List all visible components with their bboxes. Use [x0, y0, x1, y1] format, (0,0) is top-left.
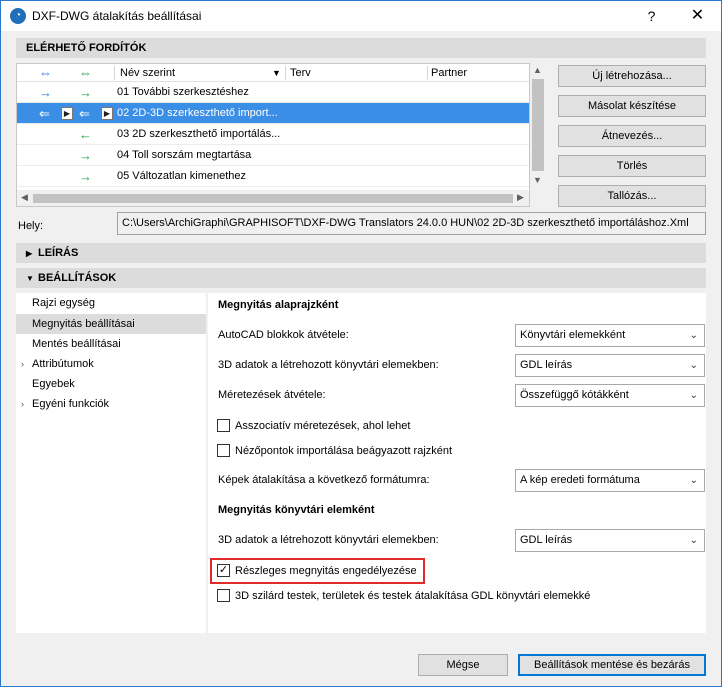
chevron-down-icon: ⌄: [689, 535, 698, 546]
new-translator-button[interactable]: Új létrehozása...: [558, 65, 706, 87]
title-bar: ◔ DXF-DWG átalakítás beállításai ? ✕: [1, 1, 721, 31]
description-section-header[interactable]: ▶ LEÍRÁS: [16, 243, 706, 263]
list-header: ⇔ ⇔ Név szerint ▼ Terv Partner: [17, 64, 529, 82]
translator-row-selected[interactable]: ⇐ ▶ ⇐ ▶ 02 2D-3D szerkeszthető import...: [17, 103, 529, 124]
sort-down-icon: ▼: [272, 68, 281, 78]
translator-name: 05 Változatlan kimenethez: [117, 170, 247, 182]
open-as-plan-title: Megnyitás alaprajzként: [218, 299, 339, 311]
arrow-left-icon: ⇐: [39, 106, 50, 121]
autocad-blocks-dropdown[interactable]: Könyvtári elemekként ⌄: [515, 324, 705, 347]
translators-list[interactable]: ⇔ ⇔ Név szerint ▼ Terv Partner → → 01 To…: [16, 63, 530, 207]
translator-name: 04 Toll sorszám megtartása: [117, 149, 252, 161]
copy-translator-button[interactable]: Másolat készítése: [558, 95, 706, 117]
nav-item-open-settings[interactable]: Megnyitás beállításai: [16, 314, 206, 334]
lib-data3d-dropdown[interactable]: GDL leírás ⌄: [515, 529, 705, 552]
play-icon[interactable]: ▶: [101, 107, 113, 120]
expand-triangle-icon: ▶: [26, 249, 33, 258]
nav-item-drawing-unit[interactable]: Rajzi egység: [16, 293, 206, 313]
nav-item-attributes[interactable]: › Attribútumok: [16, 354, 206, 374]
translators-header-label: ELÉRHETŐ FORDÍTÓK: [26, 42, 147, 54]
two-way-arrow-icon: ⇔: [39, 65, 52, 80]
arrow-right-icon: →: [79, 169, 92, 184]
location-path-field: C:\Users\ArchiGraphi\GRAPHISOFT\DXF-DWG …: [117, 212, 706, 235]
images-label: Képek átalakítása a következő formátumra…: [218, 474, 430, 486]
partial-open-checkbox[interactable]: ✓: [217, 564, 230, 577]
viewpoints-checkbox[interactable]: [217, 444, 230, 457]
horizontal-scrollbar[interactable]: ◀ ▶: [17, 190, 529, 206]
open-as-library-title: Megnyitás könyvtári elemként: [218, 504, 375, 516]
translator-row[interactable]: ← 03 2D szerkeszthető importálás...: [17, 124, 529, 145]
cancel-button[interactable]: Mégse: [418, 654, 508, 676]
column-header-plan[interactable]: Terv: [290, 67, 311, 79]
browse-button[interactable]: Tallózás...: [558, 185, 706, 207]
delete-translator-button[interactable]: Törlés: [558, 155, 706, 177]
chevron-down-icon: ⌄: [689, 330, 698, 341]
arrow-left-icon: ⇐: [79, 106, 90, 121]
chevron-right-icon: ›: [21, 399, 24, 409]
description-header-label: LEÍRÁS: [38, 247, 79, 259]
scroll-right-icon[interactable]: ▶: [517, 192, 524, 203]
chevron-down-icon: ⌄: [689, 390, 698, 401]
chevron-down-icon: ⌄: [689, 360, 698, 371]
settings-nav: Rajzi egység Megnyitás beállításai Menté…: [16, 293, 206, 633]
collapse-triangle-icon: ▼: [26, 274, 34, 283]
window-title: DXF-DWG átalakítás beállításai: [32, 9, 202, 23]
scroll-left-icon[interactable]: ◀: [21, 192, 28, 203]
lib-data3d-label: 3D adatok a létrehozott könyvtári elemek…: [218, 534, 439, 546]
vertical-scrollbar[interactable]: ▲ ▼: [530, 63, 546, 191]
help-button[interactable]: ?: [629, 1, 674, 31]
data3d-dropdown[interactable]: GDL leírás ⌄: [515, 354, 705, 377]
nav-item-save-settings[interactable]: Mentés beállításai: [16, 334, 206, 354]
arrow-left-icon: ←: [79, 127, 92, 142]
translator-name: 01 További szerkesztéshez: [117, 86, 249, 98]
nav-item-other[interactable]: Egyebek: [16, 374, 206, 394]
translators-section-header: ELÉRHETŐ FORDÍTÓK: [16, 38, 706, 58]
scrollbar-thumb[interactable]: [532, 79, 544, 171]
close-button[interactable]: ✕: [675, 1, 720, 31]
translator-row[interactable]: → 04 Toll sorszám megtartása: [17, 145, 529, 166]
nav-item-custom-functions[interactable]: › Egyéni funkciók: [16, 394, 206, 414]
translator-row[interactable]: → → 01 További szerkesztéshez: [17, 82, 529, 103]
column-header-partner[interactable]: Partner: [431, 67, 467, 79]
rename-translator-button[interactable]: Átnevezés...: [558, 125, 706, 147]
arrow-right-icon: →: [79, 85, 92, 100]
dimensions-dropdown[interactable]: Összefüggő kótákként ⌄: [515, 384, 705, 407]
chevron-down-icon: ⌄: [689, 475, 698, 486]
images-dropdown[interactable]: A kép eredeti formátuma ⌄: [515, 469, 705, 492]
dialog-window: ◔ DXF-DWG átalakítás beállításai ? ✕ ELÉ…: [0, 0, 722, 687]
scroll-down-icon[interactable]: ▼: [533, 175, 542, 185]
solids-convert-checkbox[interactable]: [217, 589, 230, 602]
settings-section-header[interactable]: ▼ BEÁLLÍTÁSOK: [16, 268, 706, 288]
assoc-dims-checkbox[interactable]: [217, 419, 230, 432]
translator-row[interactable]: → 05 Változatlan kimenethez: [17, 166, 529, 187]
chevron-right-icon: ›: [21, 359, 24, 369]
play-icon[interactable]: ▶: [61, 107, 73, 120]
two-way-arrow-green-icon: ⇔: [79, 65, 92, 80]
save-and-close-button[interactable]: Beállítások mentése és bezárás: [518, 654, 706, 676]
archicad-app-icon: ◔: [10, 8, 26, 24]
autocad-blocks-label: AutoCAD blokkok átvétele:: [218, 329, 349, 341]
column-header-name[interactable]: Név szerint: [120, 67, 175, 79]
arrow-right-icon: →: [39, 85, 52, 100]
translator-name: 02 2D-3D szerkeszthető import...: [117, 107, 278, 119]
location-label: Hely:: [18, 220, 44, 232]
settings-header-label: BEÁLLÍTÁSOK: [38, 272, 117, 284]
dimensions-label: Méretezések átvétele:: [218, 389, 326, 401]
scroll-up-icon[interactable]: ▲: [533, 65, 542, 75]
translator-name: 03 2D szerkeszthető importálás...: [117, 128, 281, 140]
scrollbar-thumb[interactable]: [33, 194, 513, 203]
data3d-label: 3D adatok a létrehozott könyvtári elemek…: [218, 359, 439, 371]
arrow-right-icon: →: [79, 148, 92, 163]
